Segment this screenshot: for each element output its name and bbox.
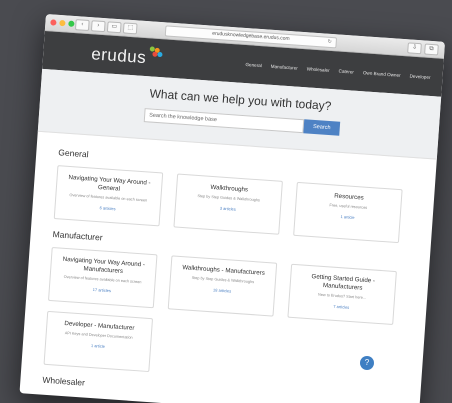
search-button[interactable]: Search bbox=[303, 119, 341, 136]
category-cards: Navigating Your Way Around - Manufacture… bbox=[43, 246, 407, 390]
close-window-button[interactable] bbox=[50, 19, 57, 26]
card-count[interactable]: 1 article bbox=[51, 340, 145, 352]
card-count[interactable]: 6 articles bbox=[61, 202, 155, 214]
search-input[interactable] bbox=[143, 108, 305, 134]
category-card[interactable]: Walkthroughs - Manufacturers Step by Step… bbox=[167, 255, 278, 317]
logo-dot bbox=[157, 51, 163, 58]
reload-icon[interactable]: ↻ bbox=[327, 38, 332, 47]
screenshot-scene: ‹ › ▭ ⬚ erudusknowledgebase.erudus.com ↻… bbox=[0, 0, 452, 403]
forward-button[interactable]: › bbox=[90, 20, 106, 33]
nav-item-manufacturer[interactable]: Manufacturer bbox=[271, 64, 298, 71]
nav-item-own-brand-owner[interactable]: Own Brand Owner bbox=[363, 70, 401, 78]
maximize-window-button[interactable] bbox=[68, 20, 75, 27]
downloads-icon[interactable]: ⇩ bbox=[407, 42, 422, 55]
browser-nav-buttons: ‹ › ▭ ⬚ bbox=[74, 19, 138, 35]
category-card[interactable]: Navigating Your Way Around - Manufacture… bbox=[47, 246, 158, 309]
card-count[interactable]: 7 articles bbox=[294, 301, 388, 313]
category-content: General Navigating Your Way Around - Gene… bbox=[20, 132, 437, 403]
erudus-logo[interactable]: erudus bbox=[91, 44, 147, 68]
tabs-overview-icon[interactable]: ⧉ bbox=[424, 43, 439, 56]
nav-item-wholesaler[interactable]: Wholesaler bbox=[307, 66, 330, 73]
nav-item-developer[interactable]: Developer bbox=[409, 74, 430, 80]
share-icon[interactable]: ⬚ bbox=[122, 22, 138, 35]
browser-actions: ⇩ ⧉ bbox=[407, 42, 439, 56]
category-card[interactable]: Walkthroughs Step by Step Guides & Walkth… bbox=[173, 173, 283, 235]
help-button[interactable]: ? bbox=[360, 356, 374, 370]
main-nav: General Manufacturer Wholesaler Caterer Own … bbox=[245, 62, 430, 80]
back-button[interactable]: ‹ bbox=[74, 19, 90, 32]
card-count[interactable]: 3 articles bbox=[181, 203, 275, 215]
category-card[interactable]: Getting Started Guide - Manufacturers New… bbox=[287, 263, 397, 325]
category-card[interactable]: Developer - Manufacturer API Keys and Dev… bbox=[43, 310, 154, 373]
card-count[interactable]: 1 article bbox=[301, 211, 395, 223]
nav-item-caterer[interactable]: Caterer bbox=[338, 69, 354, 75]
category-card[interactable]: Resources Free, useful resources 1 article bbox=[293, 181, 403, 244]
card-count[interactable]: 18 articles bbox=[175, 285, 269, 297]
url-text: erudusknowledgebase.erudus.com bbox=[212, 30, 290, 43]
card-count[interactable]: 17 articles bbox=[55, 284, 149, 296]
logo-dots-icon bbox=[149, 46, 164, 59]
browser-window: ‹ › ▭ ⬚ erudusknowledgebase.erudus.com ↻… bbox=[19, 14, 446, 403]
category-card[interactable]: Navigating Your Way Around - General Over… bbox=[53, 165, 164, 227]
sidebar-toggle-icon[interactable]: ▭ bbox=[106, 21, 122, 34]
nav-item-general[interactable]: General bbox=[245, 62, 262, 68]
search-form: Search bbox=[143, 108, 341, 136]
window-controls bbox=[50, 19, 75, 27]
minimize-window-button[interactable] bbox=[59, 19, 66, 27]
